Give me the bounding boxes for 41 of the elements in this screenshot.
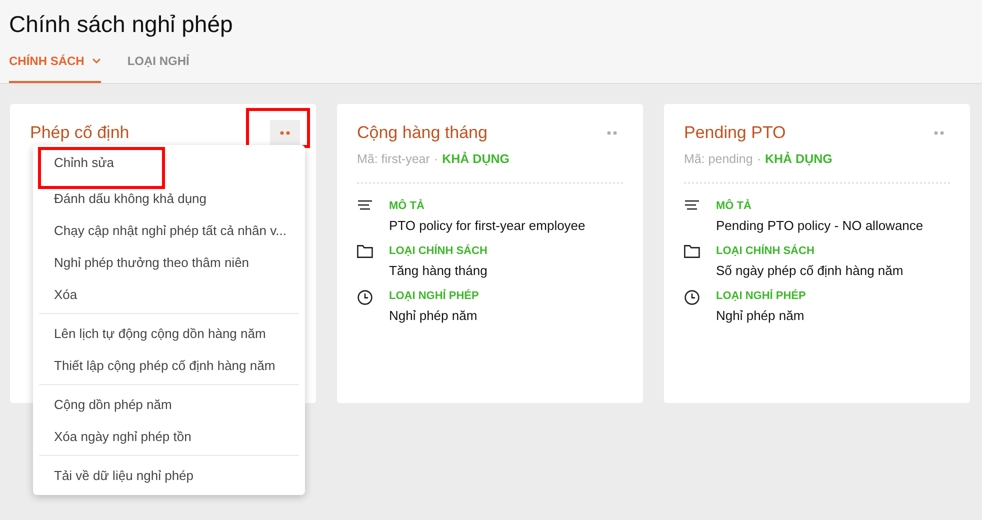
field-label: MÔ TẢ (716, 200, 752, 212)
field-value: Nghỉ phép năm (716, 308, 806, 323)
separator-dot: · (756, 152, 761, 166)
menu-item[interactable]: Xóa (39, 278, 299, 310)
separator-dot: · (434, 152, 438, 166)
policy-code: Mã: pending (684, 152, 753, 166)
field-value: PTO policy for first-year employee (389, 218, 586, 233)
clock-icon (684, 290, 700, 305)
field-value: Số ngày phép cố định hàng năm (716, 263, 904, 278)
policy-code: Mã: first-year (357, 152, 430, 166)
menu-item[interactable]: Nghỉ phép thưởng theo thâm niên (39, 246, 299, 278)
field-label: LOẠI NGHỈ PHÉP (389, 290, 479, 302)
menu-item[interactable]: Lên lịch tự động cộng dồn hàng năm (39, 317, 299, 349)
card-title: Cộng hàng tháng (357, 123, 488, 143)
menu-item[interactable]: Chỉnh sửa (38, 147, 165, 189)
menu-item[interactable]: Xóa ngày nghỉ phép tồn (39, 420, 299, 452)
menu-item[interactable]: Chạy cập nhật nghỉ phép tất cả nhân v... (39, 214, 299, 246)
more-button[interactable] (270, 120, 300, 146)
status-label: KHẢ DỤNG (764, 152, 832, 166)
field-label: MÔ TẢ (389, 200, 426, 212)
lines-icon (357, 200, 373, 210)
menu-item[interactable]: Tải về dữ liệu nghỉ phép (39, 459, 299, 491)
status-label: KHẢ DỤNG (442, 152, 510, 166)
page-title: Chính sách nghỉ phép (9, 11, 234, 38)
field-value: Nghỉ phép năm (389, 308, 478, 323)
field-value: Pending PTO policy - NO allowance (716, 218, 924, 233)
folder-icon (684, 245, 700, 258)
field-label: LOẠI CHÍNH SÁCH (389, 245, 488, 257)
card-title: Pending PTO (684, 123, 786, 143)
field-value: Tăng hàng tháng (389, 263, 488, 278)
card-title: Phép cố định (30, 123, 130, 143)
more-icon (607, 131, 617, 135)
clock-icon (357, 290, 373, 305)
folder-icon (357, 245, 373, 258)
field-label: LOẠI NGHỈ PHÉP (716, 290, 806, 302)
more-icon (280, 131, 290, 135)
menu-item[interactable]: Thiết lập cộng phép cố định hàng năm (39, 349, 299, 381)
field-label: LOẠI CHÍNH SÁCH (716, 245, 816, 257)
more-icon (934, 131, 944, 135)
lines-icon (684, 200, 700, 210)
menu-item[interactable]: Cộng dồn phép năm (39, 388, 299, 420)
